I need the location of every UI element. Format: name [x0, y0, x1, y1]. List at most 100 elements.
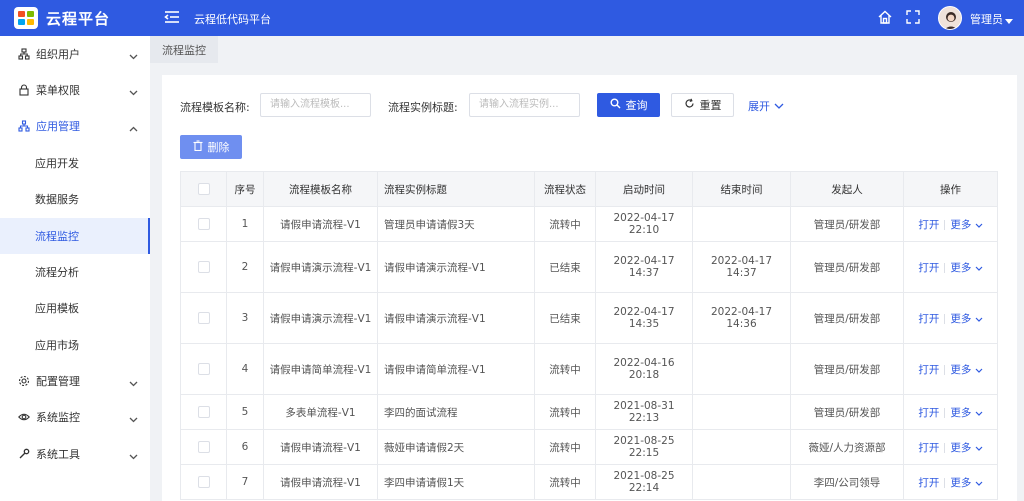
- row-select[interactable]: [180, 429, 227, 465]
- query-button[interactable]: 查询: [597, 93, 660, 117]
- sidebar-item-process-monitor[interactable]: 流程监控: [0, 218, 150, 254]
- cell-title: 薇娅申请请假2天: [377, 429, 535, 465]
- cell-status: 已结束: [534, 241, 596, 293]
- column-header: 序号: [226, 171, 264, 207]
- table-row: 4 请假申请简单流程-V1 请假申请简单流程-V1 流转中 2022-04-16 20:…: [180, 343, 998, 395]
- checkbox[interactable]: [197, 312, 210, 324]
- open-link[interactable]: 打开: [918, 477, 939, 489]
- lock-icon: [18, 84, 30, 96]
- more-dropdown[interactable]: 更多: [950, 442, 983, 454]
- sidebar-item-system-tools[interactable]: 系统工具: [0, 436, 150, 472]
- row-select[interactable]: [180, 464, 227, 500]
- delete-button[interactable]: 删除: [180, 135, 242, 159]
- row-select[interactable]: [180, 292, 227, 344]
- checkbox[interactable]: [197, 441, 210, 453]
- more-dropdown[interactable]: 更多: [950, 363, 983, 376]
- chevron-down-icon: [975, 477, 983, 489]
- chevron-down-icon: [975, 313, 983, 325]
- cell-start-time: 2022-04-17 14:35: [595, 292, 693, 344]
- sidebar-item-label: 配置管理: [36, 375, 80, 388]
- more-dropdown[interactable]: 更多: [950, 262, 983, 274]
- cell-status: 流转中: [534, 464, 596, 500]
- reset-label: 重置: [699, 99, 722, 112]
- sidebar-item-app-template[interactable]: 应用模板: [0, 290, 150, 326]
- expand-toggle[interactable]: 展开: [748, 98, 784, 114]
- column-header: 结束时间: [692, 171, 791, 207]
- cell-actions: 打开 更多: [903, 206, 998, 242]
- cell-start-time: 2021-08-25 22:15: [595, 429, 693, 465]
- divider: [944, 262, 946, 273]
- checkbox[interactable]: [197, 218, 210, 230]
- open-link[interactable]: 打开: [918, 219, 939, 231]
- cell-title: 李四的面试流程: [377, 394, 535, 430]
- expand-label: 展开: [748, 100, 770, 113]
- open-link[interactable]: 打开: [918, 262, 939, 274]
- sidebar-item-process-analysis[interactable]: 流程分析: [0, 254, 150, 290]
- open-link[interactable]: 打开: [918, 442, 939, 454]
- user-name[interactable]: 管理员: [970, 11, 1003, 27]
- instance-title-input[interactable]: 请输入流程实例...: [469, 93, 580, 117]
- more-label: 更多: [950, 218, 972, 231]
- sidebar-item-label: 组织用户: [36, 48, 80, 61]
- avatar[interactable]: [938, 6, 962, 30]
- divider: [944, 407, 946, 418]
- cell-no: 2: [226, 241, 264, 293]
- cell-initiator: 管理员/研发部: [790, 343, 904, 395]
- more-dropdown[interactable]: 更多: [950, 218, 983, 231]
- sidebar-item-label: 流程分析: [35, 266, 79, 279]
- more-dropdown[interactable]: 更多: [950, 477, 983, 489]
- sidebar-item-label: 系统工具: [36, 448, 80, 461]
- tab-process-monitor[interactable]: 流程监控: [150, 36, 218, 63]
- chevron-down-icon: [975, 262, 983, 274]
- caret-down-icon[interactable]: [1005, 15, 1013, 28]
- cell-no: 5: [226, 394, 264, 430]
- open-link[interactable]: 打开: [918, 407, 939, 419]
- cell-initiator: 管理员/研发部: [790, 241, 904, 293]
- checkbox[interactable]: [197, 476, 210, 488]
- header-select-all[interactable]: [180, 171, 227, 207]
- column-header: 操作: [903, 171, 998, 207]
- sidebar-item-config[interactable]: 配置管理: [0, 363, 150, 399]
- menu-fold-icon[interactable]: [164, 9, 180, 28]
- org-icon: [18, 48, 30, 60]
- cell-end-time: 2022-04-17 14:36: [692, 292, 791, 344]
- more-dropdown[interactable]: 更多: [950, 407, 983, 419]
- sidebar-item-label: 数据服务: [35, 193, 79, 206]
- cell-template: 请假申请流程-V1: [263, 464, 378, 500]
- checkbox[interactable]: [197, 363, 210, 375]
- sidebar-item-data-service[interactable]: 数据服务: [0, 181, 150, 217]
- chevron-down-icon: [975, 442, 983, 454]
- row-select[interactable]: [180, 241, 227, 293]
- row-select[interactable]: [180, 394, 227, 430]
- cell-end-time: 2022-04-17 14:37: [692, 241, 791, 293]
- more-label: 更多: [950, 363, 972, 376]
- sidebar-item-app-management[interactable]: 应用管理: [0, 108, 150, 144]
- cell-actions: 打开 更多: [903, 464, 998, 500]
- checkbox[interactable]: [197, 261, 210, 273]
- checkbox[interactable]: [197, 406, 210, 418]
- row-select[interactable]: [180, 343, 227, 395]
- sidebar-item-app-dev[interactable]: 应用开发: [0, 145, 150, 181]
- template-name-input[interactable]: 请输入流程模板...: [260, 93, 371, 117]
- home-icon[interactable]: [877, 9, 893, 28]
- row-select[interactable]: [180, 206, 227, 242]
- cell-no: 7: [226, 464, 264, 500]
- more-dropdown[interactable]: 更多: [950, 313, 983, 325]
- cell-no: 1: [226, 206, 264, 242]
- fullscreen-icon[interactable]: [905, 9, 921, 28]
- app-logo-icon: [14, 7, 38, 29]
- open-link[interactable]: 打开: [918, 364, 939, 376]
- checkbox[interactable]: [197, 183, 210, 195]
- divider: [944, 477, 946, 488]
- reset-button[interactable]: 重置: [671, 93, 734, 117]
- cell-start-time: 2021-08-31 22:13: [595, 394, 693, 430]
- delete-label: 删除: [207, 141, 230, 154]
- cell-end-time: [692, 206, 791, 242]
- process-table: 序号 流程模板名称 流程实例标题 流程状态 启动时间 结束时间 发起人 操作 1…: [180, 171, 998, 500]
- open-link[interactable]: 打开: [918, 313, 939, 325]
- sidebar-item-app-market[interactable]: 应用市场: [0, 327, 150, 363]
- sidebar-item-org-users[interactable]: 组织用户: [0, 36, 150, 72]
- sidebar-item-menu-permission[interactable]: 菜单权限: [0, 72, 150, 108]
- cell-start-time: 2021-08-25 22:14: [595, 464, 693, 500]
- sidebar-item-system-monitor[interactable]: 系统监控: [0, 399, 150, 435]
